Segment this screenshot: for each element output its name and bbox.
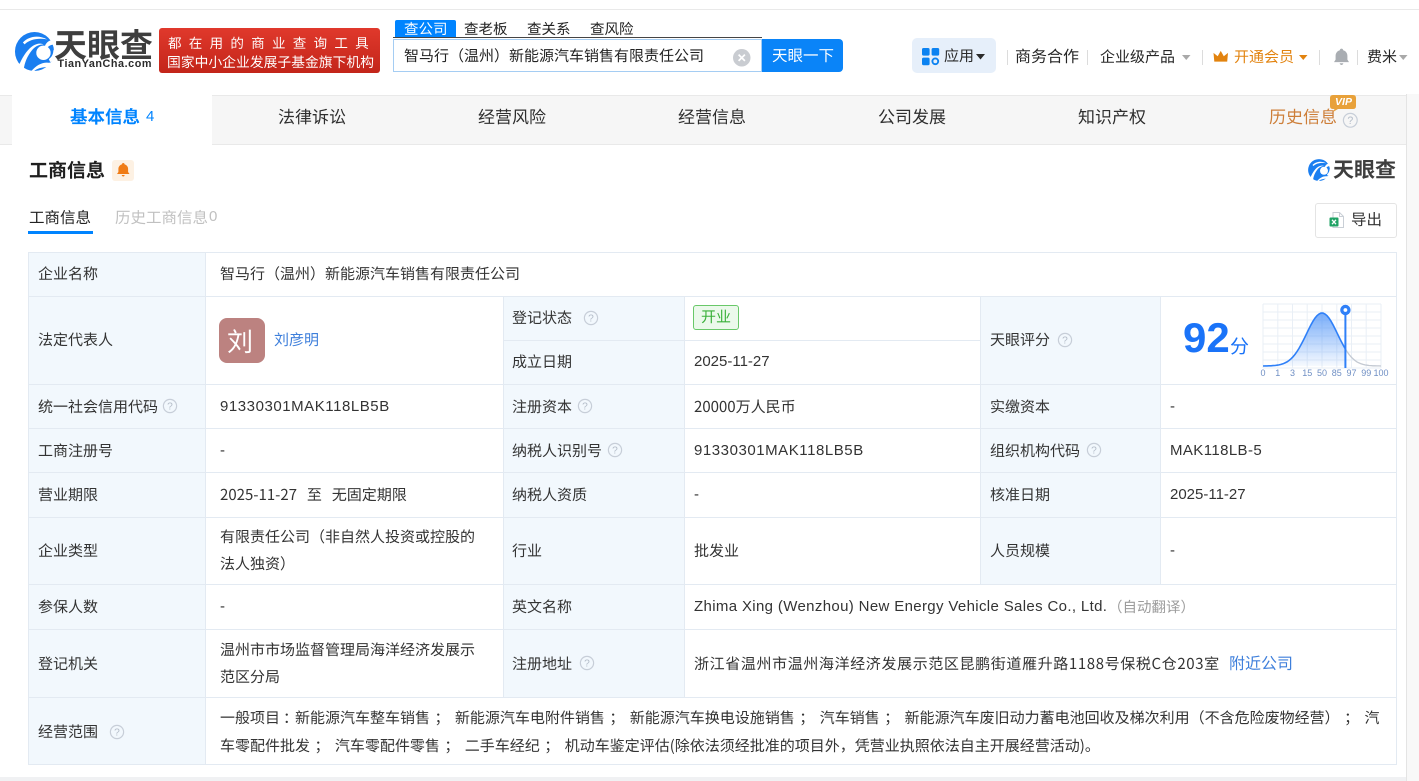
- svg-text:?: ?: [114, 727, 120, 738]
- svg-text:?: ?: [167, 402, 173, 413]
- svg-text:?: ?: [1091, 446, 1097, 457]
- svg-text:?: ?: [1347, 115, 1353, 127]
- svg-text:?: ?: [588, 313, 594, 324]
- svg-text:?: ?: [582, 402, 588, 413]
- svg-text:?: ?: [1062, 335, 1068, 346]
- svg-text:?: ?: [612, 446, 618, 457]
- svg-text:?: ?: [584, 659, 590, 670]
